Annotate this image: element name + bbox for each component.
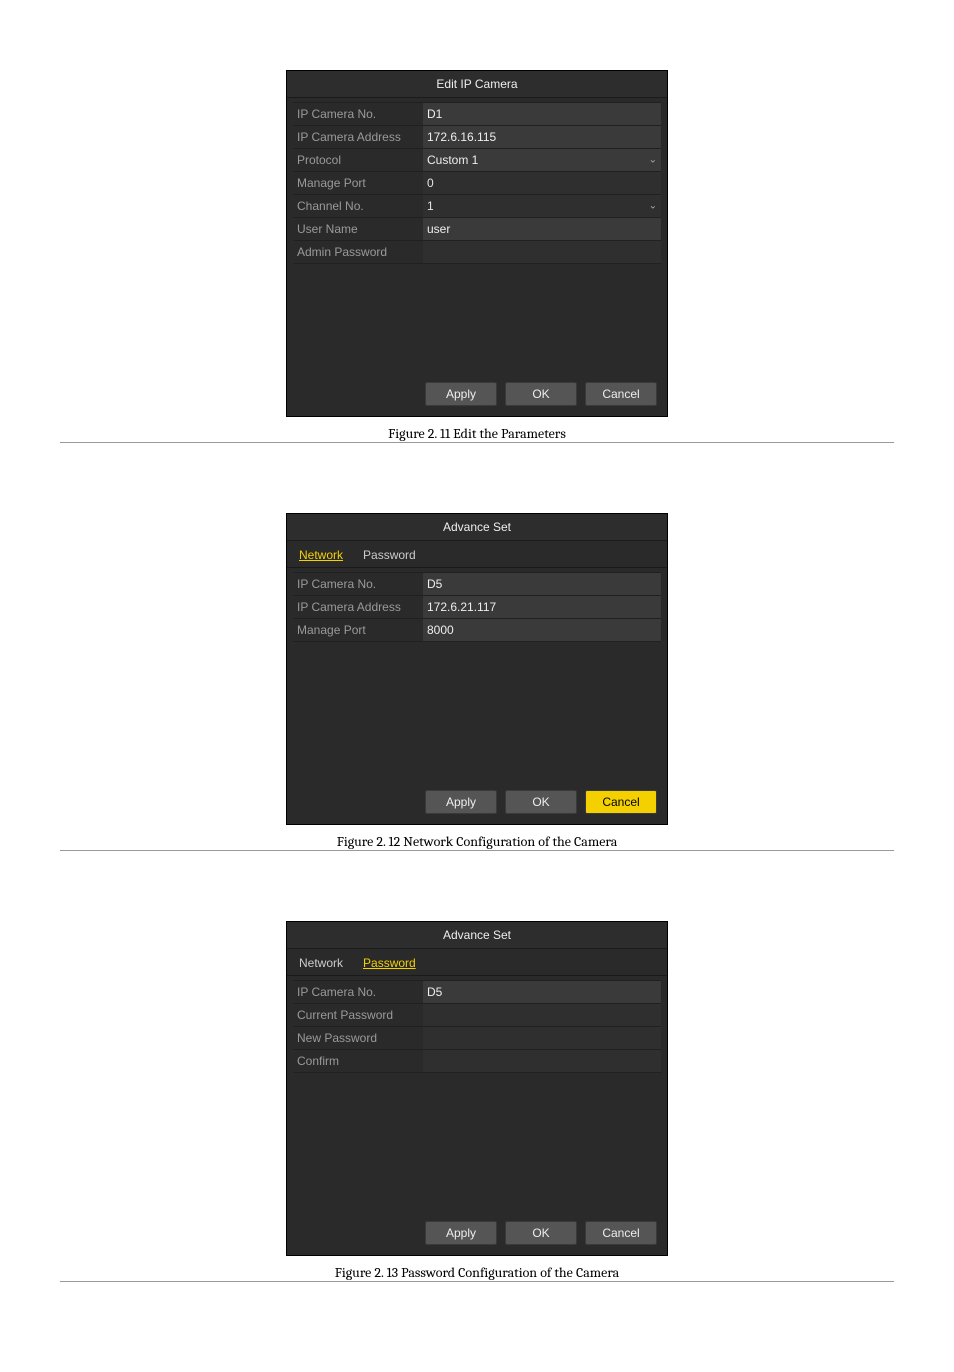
confirm-password-input[interactable] bbox=[423, 1050, 661, 1072]
label: IP Camera No. bbox=[293, 981, 423, 1003]
dialog-title: Advance Set bbox=[287, 922, 667, 949]
tab-bar: Network Password bbox=[287, 541, 667, 568]
edit-ip-camera-dialog: Edit IP Camera IP Camera No. D1 IP Camer… bbox=[286, 70, 668, 417]
spacer bbox=[287, 1073, 667, 1213]
separator bbox=[60, 1281, 894, 1282]
row-ip-camera-no: IP Camera No. D5 bbox=[293, 572, 661, 595]
row-new-password: New Password bbox=[293, 1026, 661, 1049]
ip-camera-address-input[interactable]: 172.6.16.115 bbox=[423, 126, 661, 148]
label: User Name bbox=[293, 218, 423, 240]
row-ip-camera-no: IP Camera No. D5 bbox=[293, 980, 661, 1003]
row-admin-password: Admin Password bbox=[293, 240, 661, 264]
ip-camera-no-input[interactable]: D1 bbox=[423, 103, 661, 125]
cancel-button[interactable]: Cancel bbox=[585, 1221, 657, 1245]
label: IP Camera No. bbox=[293, 573, 423, 595]
tab-password[interactable]: Password bbox=[355, 543, 428, 567]
chevron-down-icon: ⌄ bbox=[649, 155, 657, 166]
protocol-value: Custom 1 bbox=[427, 153, 478, 167]
label: Channel No. bbox=[293, 195, 423, 217]
cancel-button[interactable]: Cancel bbox=[585, 382, 657, 406]
cancel-button[interactable]: Cancel bbox=[585, 790, 657, 814]
tab-network[interactable]: Network bbox=[291, 951, 355, 975]
manage-port-input[interactable]: 8000 bbox=[423, 619, 661, 641]
button-bar: Apply OK Cancel bbox=[287, 1213, 667, 1255]
label: Manage Port bbox=[293, 172, 423, 194]
form-area: IP Camera No. D5 IP Camera Address 172.6… bbox=[287, 568, 667, 642]
new-password-input[interactable] bbox=[423, 1027, 661, 1049]
apply-button[interactable]: Apply bbox=[425, 382, 497, 406]
protocol-select[interactable]: Custom 1 ⌄ bbox=[423, 149, 661, 171]
ok-button[interactable]: OK bbox=[505, 1221, 577, 1245]
admin-password-input[interactable] bbox=[423, 241, 661, 263]
ip-camera-no-input[interactable]: D5 bbox=[423, 981, 661, 1003]
spacer bbox=[287, 264, 667, 374]
row-protocol: Protocol Custom 1 ⌄ bbox=[293, 148, 661, 171]
label: Protocol bbox=[293, 149, 423, 171]
figure-caption: Figure 2. 13 Password Configuration of t… bbox=[60, 1264, 894, 1281]
ok-button[interactable]: OK bbox=[505, 382, 577, 406]
label: IP Camera Address bbox=[293, 596, 423, 618]
apply-button[interactable]: Apply bbox=[425, 1221, 497, 1245]
row-ip-camera-address: IP Camera Address 172.6.16.115 bbox=[293, 125, 661, 148]
row-ip-camera-address: IP Camera Address 172.6.21.117 bbox=[293, 595, 661, 618]
manage-port-input[interactable]: 0 bbox=[423, 172, 661, 194]
row-current-password: Current Password bbox=[293, 1003, 661, 1026]
label: Confirm bbox=[293, 1050, 423, 1072]
advance-set-password-dialog: Advance Set Network Password IP Camera N… bbox=[286, 921, 668, 1256]
row-user-name: User Name user bbox=[293, 217, 661, 240]
tab-bar: Network Password bbox=[287, 949, 667, 976]
row-ip-camera-no: IP Camera No. D1 bbox=[293, 102, 661, 125]
row-channel-no: Channel No. 1 ⌄ bbox=[293, 194, 661, 217]
figure-2-13: Advance Set Network Password IP Camera N… bbox=[60, 921, 894, 1282]
figure-caption: Figure 2. 12 Network Configuration of th… bbox=[60, 833, 894, 850]
label: Current Password bbox=[293, 1004, 423, 1026]
channel-no-value: 1 bbox=[427, 199, 434, 213]
label: Manage Port bbox=[293, 619, 423, 641]
label: Admin Password bbox=[293, 241, 423, 263]
form-area: IP Camera No. D5 Current Password New Pa… bbox=[287, 976, 667, 1073]
spacer bbox=[287, 642, 667, 782]
dialog-title: Edit IP Camera bbox=[287, 71, 667, 98]
label: IP Camera Address bbox=[293, 126, 423, 148]
figure-caption: Figure 2. 11 Edit the Parameters bbox=[60, 425, 894, 442]
user-name-input[interactable]: user bbox=[423, 218, 661, 240]
ok-button[interactable]: OK bbox=[505, 790, 577, 814]
separator bbox=[60, 442, 894, 443]
label: New Password bbox=[293, 1027, 423, 1049]
channel-no-select[interactable]: 1 ⌄ bbox=[423, 195, 661, 217]
row-manage-port: Manage Port 8000 bbox=[293, 618, 661, 642]
form-area: IP Camera No. D1 IP Camera Address 172.6… bbox=[287, 98, 667, 264]
ip-camera-no-input[interactable]: D5 bbox=[423, 573, 661, 595]
tab-password[interactable]: Password bbox=[355, 951, 428, 975]
dialog-title: Advance Set bbox=[287, 514, 667, 541]
current-password-input[interactable] bbox=[423, 1004, 661, 1026]
advance-set-network-dialog: Advance Set Network Password IP Camera N… bbox=[286, 513, 668, 825]
separator bbox=[60, 850, 894, 851]
ip-camera-address-input[interactable]: 172.6.21.117 bbox=[423, 596, 661, 618]
apply-button[interactable]: Apply bbox=[425, 790, 497, 814]
figure-2-11: Edit IP Camera IP Camera No. D1 IP Camer… bbox=[60, 70, 894, 443]
row-manage-port: Manage Port 0 bbox=[293, 171, 661, 194]
figure-2-12: Advance Set Network Password IP Camera N… bbox=[60, 513, 894, 851]
button-bar: Apply OK Cancel bbox=[287, 374, 667, 416]
chevron-down-icon: ⌄ bbox=[649, 201, 657, 212]
label: IP Camera No. bbox=[293, 103, 423, 125]
button-bar: Apply OK Cancel bbox=[287, 782, 667, 824]
row-confirm: Confirm bbox=[293, 1049, 661, 1073]
tab-network[interactable]: Network bbox=[291, 543, 355, 567]
